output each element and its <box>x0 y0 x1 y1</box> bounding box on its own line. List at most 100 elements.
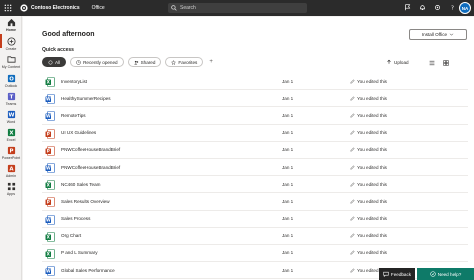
avatar[interactable]: NA <box>459 2 471 14</box>
filter-all[interactable]: All <box>42 57 67 67</box>
pencil-icon <box>350 182 355 187</box>
need-help-button[interactable]: Need help? <box>417 268 474 280</box>
rail-label-create: Create <box>5 47 17 51</box>
filter-favorites[interactable]: Favorites <box>165 57 204 67</box>
file-date: Jan 1 <box>282 250 294 256</box>
excel-icon: X <box>7 128 16 137</box>
file-row[interactable]: W HealthySummerRecipes Jan 1 You edited thi… <box>42 90 468 108</box>
bell-icon[interactable] <box>418 3 426 11</box>
file-row[interactable]: P Sales Results Overview Jan 1 You edited t… <box>42 193 468 211</box>
file-row[interactable]: W PNWCoffeeHouseBrandBrief Jan 1 You edited… <box>42 159 468 177</box>
rail-item-create[interactable]: Create <box>0 37 22 51</box>
pencil-icon <box>350 250 355 255</box>
file-activity-label: You edited this <box>357 250 387 256</box>
file-activity-label: You edited this <box>357 216 387 222</box>
rail-label-my-content: My Content <box>1 65 21 69</box>
file-activity-label: You edited this <box>357 95 387 101</box>
rail-item-teams[interactable]: T Teams <box>0 92 22 106</box>
filter-recently-opened[interactable]: Recently opened <box>70 57 124 67</box>
feedback-button[interactable]: Feedback <box>379 268 415 280</box>
rail-item-home[interactable]: Home <box>0 18 22 32</box>
help-chat-icon <box>430 271 436 277</box>
list-view-icon[interactable] <box>428 59 435 66</box>
file-name[interactable]: HealthySummerRecipes <box>61 96 111 101</box>
file-activity-label: You edited this <box>357 78 387 84</box>
file-name[interactable]: RemoteTips <box>61 113 86 118</box>
rail-item-word[interactable]: W Word <box>0 110 22 124</box>
search-icon <box>171 5 177 11</box>
file-name[interactable]: P and L Summary <box>61 250 98 255</box>
svg-text:W: W <box>46 97 51 102</box>
upload-button[interactable]: Upload <box>386 59 409 65</box>
svg-text:P: P <box>47 131 50 136</box>
rail-label-teams: Teams <box>5 102 17 106</box>
outlook-icon: O <box>7 74 16 83</box>
rail-item-admin[interactable]: A Admin <box>0 164 22 178</box>
filter-recently-opened-label: Recently opened <box>83 59 118 65</box>
more-filters-icon[interactable]: + <box>209 59 213 65</box>
feedback-label: Feedback <box>390 271 412 277</box>
search-box[interactable] <box>168 3 307 13</box>
file-name[interactable]: PNWCoffeeHouseBrandBrief <box>61 147 120 152</box>
file-date: Jan 1 <box>282 95 294 101</box>
svg-text:O: O <box>9 77 14 83</box>
word-icon: W <box>7 110 16 119</box>
file-activity-label: You edited this <box>357 112 387 118</box>
powerpoint-file-icon: P <box>45 128 55 139</box>
file-name[interactable]: Global Sales Performance <box>61 268 115 273</box>
install-office-label: Install Office <box>421 32 448 37</box>
people-icon <box>133 60 138 64</box>
file-name[interactable]: NC460 Sales Team <box>61 182 101 187</box>
rail-label-excel: Excel <box>6 138 16 142</box>
excel-file-icon: X <box>45 231 55 242</box>
rail-item-my-content[interactable]: My Content <box>0 55 22 69</box>
quick-access-heading: Quick access <box>42 47 74 53</box>
file-row[interactable]: X InventoryList Jan 1 You edited this <box>42 73 468 91</box>
flag-icon[interactable] <box>403 3 411 11</box>
file-row[interactable]: W RemoteTips Jan 1 You edited this <box>42 107 468 125</box>
rail-item-apps[interactable]: Apps <box>0 182 22 196</box>
rail-item-outlook[interactable]: O Outlook <box>0 74 22 88</box>
file-row[interactable]: X P and L Summary Jan 1 You edited this <box>42 245 468 263</box>
file-date: Jan 1 <box>282 198 294 204</box>
need-help-label: Need help? <box>437 271 462 277</box>
file-name[interactable]: Org Chart <box>61 233 81 238</box>
file-activity: You edited this <box>350 199 387 204</box>
rail-item-excel[interactable]: X Excel <box>0 128 22 142</box>
file-date: Jan 1 <box>282 181 294 187</box>
org-brand[interactable]: Contoso Electronics <box>20 4 80 12</box>
file-row[interactable]: P PNWCoffeeHouseBrandBrief Jan 1 You edited… <box>42 142 468 159</box>
file-name[interactable]: UI UX Guidelines <box>61 130 96 135</box>
pencil-icon <box>350 113 355 118</box>
file-name[interactable]: PNWCoffeeHouseBrandBrief <box>61 165 120 170</box>
file-date: Jan 1 <box>282 267 294 273</box>
file-activity: You edited this <box>350 96 387 101</box>
gear-icon[interactable] <box>433 3 441 11</box>
svg-text:W: W <box>46 269 51 274</box>
file-row[interactable]: P UI UX Guidelines Jan 1 You edited this <box>42 125 468 142</box>
file-activity: You edited this <box>350 130 387 135</box>
app-name[interactable]: Office <box>92 5 105 11</box>
svg-text:T: T <box>9 95 13 101</box>
tile-view-icon[interactable] <box>442 59 449 66</box>
svg-text:W: W <box>8 113 14 119</box>
file-activity: You edited this <box>350 182 387 187</box>
search-input[interactable] <box>180 5 300 11</box>
app-launcher-icon[interactable] <box>0 0 16 16</box>
filter-shared[interactable]: Shared <box>127 57 162 67</box>
filter-all-label: All <box>55 59 61 65</box>
powerpoint-file-icon: P <box>45 197 55 208</box>
file-name[interactable]: Sales Results Overview <box>61 199 110 204</box>
file-activity: You edited this <box>350 79 387 84</box>
install-office-button[interactable]: Install Office <box>409 29 467 40</box>
word-file-icon: W <box>45 163 55 173</box>
file-row[interactable]: W Sales Process Jan 1 You edited this <box>42 211 468 228</box>
help-icon[interactable]: ? <box>448 3 456 11</box>
rail-item-powerpoint[interactable]: P PowerPoint <box>0 146 22 160</box>
excel-file-icon: X <box>45 77 55 87</box>
file-name[interactable]: Sales Process <box>61 216 90 221</box>
file-activity-label: You edited this <box>357 233 387 239</box>
file-name[interactable]: InventoryList <box>61 79 87 84</box>
file-row[interactable]: X NC460 Sales Team Jan 1 You edited this <box>42 176 468 194</box>
file-row[interactable]: X Org Chart Jan 1 You edited this <box>42 228 468 245</box>
